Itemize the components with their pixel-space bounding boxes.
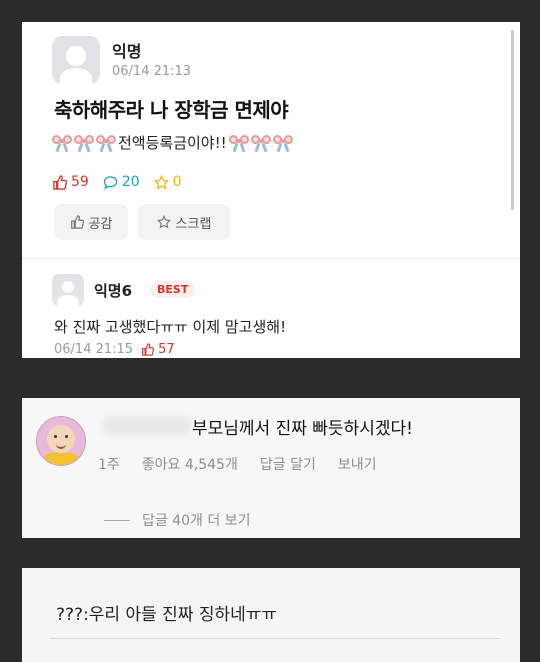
star-icon (153, 174, 169, 189)
thumbs-up-icon (70, 215, 84, 229)
post-stats: 59 20 0 (52, 174, 182, 190)
post-author: 익명 (112, 42, 142, 61)
comment-timestamp: 06/14 21:15 (54, 342, 134, 357)
ribbon-emoji-icon (272, 134, 293, 152)
like-button-label: 공감 (88, 216, 113, 232)
post-card: 익명 06/14 21:13 축하해주라 나 장학금 면제야 전액등록금이야!!… (22, 22, 520, 358)
reply-line (104, 519, 130, 521)
post-avatar (52, 36, 100, 84)
more-replies[interactable]: 답글 40개 더 보기 (104, 510, 250, 530)
ribbon-emoji-icon (228, 134, 249, 152)
send-button[interactable]: 보내기 (338, 454, 377, 474)
scrollbar[interactable] (511, 30, 514, 210)
comment-text: 와 진짜 고생했다ㅠㅠ 이제 맘고생해! (54, 318, 287, 336)
post-title: 축하해주라 나 장학금 면제야 (54, 98, 289, 122)
ribbon-emoji-icon (96, 134, 116, 152)
scrap-button[interactable]: 스크랩 (138, 204, 230, 240)
thumbs-up-icon (53, 174, 67, 190)
reply-line-text: ???:우리 아들 진짜 징하네ㅠㅠ (56, 605, 278, 625)
comment-avatar (52, 274, 84, 306)
insta-comment-card: 부모님께서 진짜 빠듯하시겠다! 1주 좋아요 4,545개 답글 달기 보내기… (22, 398, 520, 538)
scrap-count-value: 0 (172, 174, 182, 190)
post-body: 전액등록금이야!! (52, 132, 293, 153)
ribbon-emoji-icon (250, 134, 271, 152)
like-count-value: 59 (71, 174, 89, 190)
insta-comment-meta: 1주 좋아요 4,545개 답글 달기 보내기 (98, 454, 376, 474)
more-replies-label: 답글 40개 더 보기 (142, 513, 251, 529)
post-timestamp: 06/14 21:13 (112, 64, 192, 79)
comment-count-value: 20 (121, 174, 140, 190)
reply-button[interactable]: 답글 달기 (260, 454, 316, 474)
like-count: 59 (52, 174, 89, 190)
comment-like-value: 57 (158, 342, 175, 357)
divider (50, 638, 500, 639)
thumbs-up-icon (142, 343, 155, 356)
comment-meta: 06/14 21:15 57 (54, 342, 175, 357)
speech-bubble-icon (103, 175, 118, 189)
ribbon-emoji-icon (74, 134, 94, 152)
like-button[interactable]: 공감 (54, 204, 128, 240)
comment-author: 익명6 (94, 282, 133, 300)
comment-like-count: 57 (141, 342, 175, 357)
commenter-avatar (36, 416, 86, 466)
comment-age: 1주 (98, 457, 120, 473)
star-icon (156, 215, 171, 229)
comment-likes: 좋아요 4,545개 (141, 457, 238, 473)
blurred-username (102, 416, 192, 436)
reply-line-card: ???:우리 아들 진짜 징하네ㅠㅠ (22, 568, 520, 662)
insta-comment-text: 부모님께서 진짜 빠듯하시겠다! (192, 419, 413, 439)
scrap-button-label: 스크랩 (175, 216, 212, 232)
comment-count: 20 (103, 174, 140, 190)
ribbon-emoji-icon (52, 134, 72, 152)
best-badge: BEST (150, 281, 196, 298)
post-body-text: 전액등록금이야!! (118, 134, 227, 152)
divider (22, 258, 520, 259)
scrap-count: 0 (153, 174, 182, 190)
